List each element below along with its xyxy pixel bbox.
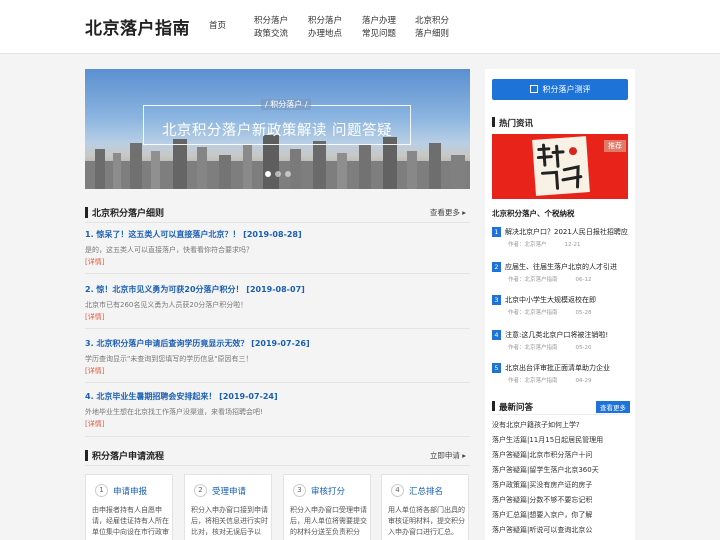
hero-banner[interactable]: / 积分落户 / 北京积分落户新政策解读 问题答疑 xyxy=(85,69,470,189)
hot-news-meta: 作者：北京落户指南 06-12 xyxy=(508,277,592,283)
apply-now-link[interactable]: 立即申请 ▸ xyxy=(430,450,466,461)
process-section-title: 积分落户申请流程 xyxy=(92,452,165,462)
eval-button-label: 积分落户测评 xyxy=(542,85,591,94)
article-summary: 学历查询显示"未查询到您填写的学历信息"原因有三！ xyxy=(85,355,253,363)
article-detail-link[interactable]: [详情] xyxy=(85,366,470,376)
article-title[interactable]: 3. 北京积分落户申请后查询学历竟显示无效？ [2019-07-26] xyxy=(85,338,470,349)
qa-item[interactable]: 落户答疑篇|北京市积分落户十问 xyxy=(492,450,592,460)
process-section-header: 积分落户申请流程 立即申请 ▸ xyxy=(85,448,470,464)
site-logo[interactable]: 北京落户指南 xyxy=(85,14,190,39)
step-number: 4 xyxy=(391,484,404,497)
beijing-hukou-calligraphy-image xyxy=(532,136,590,196)
hot-image-caption[interactable]: 北京积分落户、个税纳税 xyxy=(492,208,575,219)
details-section-title: 北京积分落户细则 xyxy=(92,209,165,219)
article-title[interactable]: 1. 惊呆了！这五类人可以直接落户北京？！ [2019-08-28] xyxy=(85,229,470,240)
eval-button[interactable]: 积分落户测评 xyxy=(492,79,628,100)
qa-title: 最新问答 xyxy=(499,403,534,413)
hot-news-meta: 作者：北京落户指南 05-20 xyxy=(508,345,592,351)
qa-item[interactable]: 落户汇总篇|想要入京户，你了解 xyxy=(492,510,592,520)
process-step[interactable]: 2 受理申请 积分入申办窗口接到申请后，将相关信息进行实时比对，核对无误后予以 xyxy=(184,474,272,540)
step-label: 汇总排名 xyxy=(409,487,444,497)
step-number: 1 xyxy=(95,484,108,497)
qa-item[interactable]: 落户答疑篇|分数不够不要忘记积 xyxy=(492,495,592,505)
rank-number: 2 xyxy=(492,262,501,272)
rank-number: 4 xyxy=(492,330,501,340)
article-summary: 北京市已有260名见义勇为人员获20分落户积分啦！ xyxy=(85,301,248,309)
article-item: 2. 惊！北京市见义勇为可获20分落户积分！ [2019-08-07] 北京市已… xyxy=(85,284,470,322)
rank-number: 5 xyxy=(492,363,501,373)
divider xyxy=(85,328,470,329)
banner-title: 北京积分落户新政策解读 问题答疑 xyxy=(161,123,393,139)
qa-more-button[interactable]: 查看更多 xyxy=(596,401,630,413)
article-item: 4. 北京毕业生暑期招聘会安排起来！ [2019-07-24] 外地毕业生想在北… xyxy=(85,391,470,429)
hot-news-meta: 作者：北京落户指南 04-29 xyxy=(508,378,592,384)
details-more-link[interactable]: 查看更多 ▸ xyxy=(430,207,466,218)
process-step[interactable]: 1 申请申报 由申报者持有人自愿申请，经雇佳证持有人所在单位集中向设在市行政审 xyxy=(85,474,173,540)
qa-item[interactable]: 落户生活篇|11月15日起居民管理用 xyxy=(492,435,603,445)
step-number: 3 xyxy=(293,484,306,497)
nav-faq[interactable]: 落户办理 常见问题 xyxy=(362,15,396,41)
divider xyxy=(85,382,470,383)
article-detail-link[interactable]: [详情] xyxy=(85,257,470,267)
divider xyxy=(85,465,470,466)
process-step[interactable]: 4 汇总排名 用人单位将各部门出具的审核证明材料，提交积分入申办窗口进行汇总。 xyxy=(381,474,469,540)
hot-news-title: 北京出台评审批正面清单助力企业 xyxy=(505,364,610,372)
edit-icon xyxy=(529,85,538,93)
divider xyxy=(85,436,470,437)
hot-news-header: 热门资讯 xyxy=(492,117,533,129)
qa-item[interactable]: 落户答疑篇|听说可以查询北京公 xyxy=(492,525,592,535)
article-detail-link[interactable]: [详情] xyxy=(85,312,470,322)
article-title[interactable]: 2. 惊！北京市见义勇为可获20分落户积分！ [2019-08-07] xyxy=(85,284,470,295)
rank-number: 1 xyxy=(492,227,501,237)
nav-home[interactable]: 首页 xyxy=(209,20,226,33)
article-item: 3. 北京积分落户申请后查询学历竟显示无效？ [2019-07-26] 学历查询… xyxy=(85,338,470,376)
qa-item[interactable]: 落户政策篇|买没有房产证的房子 xyxy=(492,480,592,490)
article-title[interactable]: 4. 北京毕业生暑期招聘会安排起来！ [2019-07-24] xyxy=(85,391,470,402)
carousel-dot[interactable] xyxy=(275,171,281,177)
step-label: 受理申请 xyxy=(212,487,247,497)
step-description: 积分入申办窗口受理申请后，用人单位将需要提交的材料分送至负责积分 xyxy=(290,506,367,536)
hot-news-title: 热门资讯 xyxy=(499,119,534,129)
sidebar: 积分落户测评 热门资讯 推荐 北京积分落户、个税纳税 1 解决北京户口？2021… xyxy=(485,69,635,540)
carousel-dot[interactable] xyxy=(265,171,271,177)
qa-item[interactable]: 没有北京户籍孩子如何上学? xyxy=(492,420,580,430)
step-number: 2 xyxy=(194,484,207,497)
article-detail-link[interactable]: [详情] xyxy=(85,419,470,429)
qa-item[interactable]: 落户答疑篇|留学生落户北京360天 xyxy=(492,465,599,475)
hot-news-title: 解决北京户口？2021人民日报社招聘应 xyxy=(505,228,628,236)
banner-tag: / 积分落户 / xyxy=(261,99,312,110)
step-label: 审核打分 xyxy=(311,487,346,497)
section-marker xyxy=(492,117,495,127)
section-marker xyxy=(492,401,495,411)
process-step[interactable]: 3 审核打分 积分入申办窗口受理申请后，用人单位将需要提交的材料分送至负责积分 xyxy=(283,474,371,540)
nav-policy[interactable]: 积分落户 政策交流 xyxy=(254,15,288,41)
hot-news-title: 注意:这几类北京户口将被注销啦! xyxy=(505,331,609,339)
recommend-badge: 推荐 xyxy=(604,140,626,152)
divider xyxy=(85,222,470,223)
carousel-dot[interactable] xyxy=(285,171,291,177)
divider xyxy=(85,273,470,274)
article-summary: 外地毕业生想在北京找工作落户没渠道，来看场招聘会吧! xyxy=(85,408,263,416)
details-section-header: 北京积分落户细则 查看更多 ▸ xyxy=(85,205,470,221)
section-marker xyxy=(85,207,88,218)
nav-rules[interactable]: 北京积分 落户细则 xyxy=(415,15,449,41)
qa-header: 最新问答 xyxy=(492,401,533,413)
section-marker xyxy=(85,450,88,461)
nav-location[interactable]: 积分落户 办理地点 xyxy=(308,15,342,41)
hot-news-meta: 作者：北京落户 12-21 xyxy=(508,242,581,248)
hot-news-image[interactable]: 推荐 xyxy=(492,134,628,199)
divider xyxy=(492,414,628,415)
article-item: 1. 惊呆了！这五类人可以直接落户北京？！ [2019-08-28] 是的，这五… xyxy=(85,229,470,267)
step-description: 积分入申办窗口接到申请后，将相关信息进行实时比对，核对无误后予以 xyxy=(191,506,268,536)
article-summary: 是的，这五类人可以直接落户，快看看你符合要求吗？ xyxy=(85,246,253,254)
hot-news-meta: 作者：北京落户指南 05-28 xyxy=(508,310,592,316)
rank-number: 3 xyxy=(492,295,501,305)
step-description: 由申报者持有人自愿申请，经雇佳证持有人所在单位集中向设在市行政审 xyxy=(92,506,169,536)
calligraphy-strokes xyxy=(536,143,583,190)
step-label: 申请申报 xyxy=(113,487,148,497)
hot-news-title: 应届生、往届生落户北京的人才引进 xyxy=(505,263,617,271)
step-description: 用人单位将各部门出具的审核证明材料，提交积分入申办窗口进行汇总。 xyxy=(388,506,465,536)
hot-news-title: 北京中小学生大规模返校在即 xyxy=(505,296,596,304)
site-header: 北京落户指南 首页 积分落户 政策交流 积分落户 办理地点 落户办理 常见问题 … xyxy=(0,0,720,54)
